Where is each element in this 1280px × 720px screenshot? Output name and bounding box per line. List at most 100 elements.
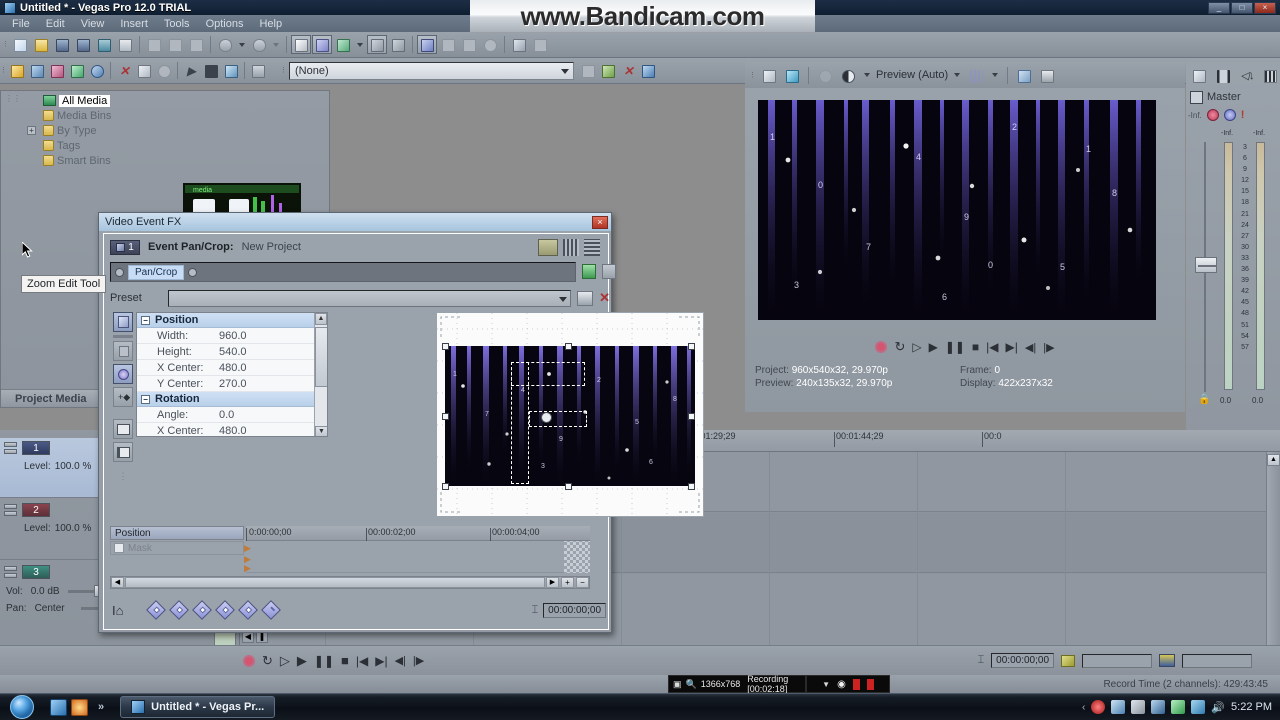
extract-audio-icon[interactable]: [67, 61, 87, 80]
camera-icon[interactable]: ◉: [837, 679, 846, 690]
sync-cursor-icon[interactable]: I⌂: [112, 603, 123, 618]
undo-dropdown-icon[interactable]: [239, 42, 245, 47]
fx-plugin-chain[interactable]: Pan/Crop: [110, 262, 576, 282]
zoom-tool-icon[interactable]: [333, 35, 353, 54]
preview-mode-dropdown-icon[interactable]: [954, 73, 961, 77]
tray-network-icon[interactable]: [1131, 700, 1146, 714]
fx-chain-icon[interactable]: [578, 61, 598, 80]
fx-horizontal-scrollbar[interactable]: ◀ ▶ + −: [110, 576, 590, 589]
chevron-down-icon[interactable]: ▼: [822, 680, 830, 689]
keyframe-linear-icon[interactable]: [146, 600, 167, 620]
menu-file[interactable]: File: [4, 17, 38, 31]
add-keyframe-tool-icon[interactable]: +◆: [113, 387, 133, 407]
stop-icon[interactable]: ■: [341, 653, 349, 668]
tray-update-icon[interactable]: [1171, 700, 1186, 714]
edit-tool-icon[interactable]: [291, 35, 311, 54]
menu-options[interactable]: Options: [198, 17, 252, 31]
master-fader-knob[interactable]: [1195, 257, 1217, 273]
fx-remove-icon[interactable]: ✕: [618, 61, 638, 80]
play-from-start-icon[interactable]: ▷: [912, 340, 921, 354]
fx-add-icon[interactable]: [598, 61, 618, 80]
fx-keyframe-ruler[interactable]: 0:00:00;00 00:00:02;00 00:00:04;00: [246, 526, 590, 542]
keyframe-slow-icon[interactable]: [192, 600, 213, 620]
taskbar-clock[interactable]: 5:22 PM: [1231, 701, 1272, 713]
selection-marker-icon[interactable]: [1061, 654, 1075, 667]
go-to-end-icon[interactable]: ▶|: [375, 654, 387, 668]
track-1-level-value[interactable]: 100.0 %: [55, 461, 92, 472]
mixer-meters-icon[interactable]: [1213, 66, 1233, 85]
master-solo-icon[interactable]: !: [1241, 109, 1245, 121]
views-icon[interactable]: [248, 61, 268, 80]
paint-icon[interactable]: [509, 35, 529, 54]
save-as-icon[interactable]: [73, 35, 93, 54]
normal-edit-icon[interactable]: [417, 35, 437, 54]
envelope-edit-icon[interactable]: [438, 35, 458, 54]
fx-zoom-out-icon[interactable]: −: [576, 577, 589, 588]
master-fx-icon[interactable]: [1206, 109, 1219, 121]
expand-icon[interactable]: +: [27, 126, 36, 135]
record-icon[interactable]: [243, 654, 255, 667]
property-value[interactable]: 0.0: [219, 409, 234, 421]
delete-preset-icon[interactable]: ✕: [599, 290, 610, 306]
property-angle[interactable]: Angle: 0.0: [137, 407, 327, 423]
zoom-edit-icon[interactable]: [480, 35, 500, 54]
tree-item-smart-bins[interactable]: Smart Bins: [25, 153, 325, 168]
menu-insert[interactable]: Insert: [112, 17, 156, 31]
enable-snapping-icon[interactable]: [367, 35, 387, 54]
property-value[interactable]: 270.0: [219, 378, 247, 390]
quick-launch-overflow[interactable]: »: [92, 701, 104, 713]
master-mute-icon[interactable]: [1223, 109, 1236, 121]
fx-automation-settings-icon[interactable]: [538, 238, 558, 256]
volume-icon[interactable]: 🔊: [1211, 701, 1225, 714]
render-icon[interactable]: [115, 35, 135, 54]
chevron-down-icon[interactable]: [561, 68, 569, 74]
scroll-up-icon[interactable]: ▲: [315, 313, 327, 325]
play-from-start-icon[interactable]: ▷: [280, 653, 290, 669]
fx-timecode[interactable]: 00:00:00;00: [543, 602, 606, 618]
fx-properties-grid[interactable]: − Position Width: 960.0 Height: 540.0 X …: [136, 312, 328, 437]
collapse-icon[interactable]: −: [141, 315, 150, 325]
tool-dropdown-icon[interactable]: [357, 42, 363, 47]
resize-handle-mr[interactable]: [688, 413, 695, 420]
fx-zoom-in-icon[interactable]: +: [561, 577, 574, 588]
close-button[interactable]: ×: [1254, 1, 1276, 14]
fx-preset-combo[interactable]: (None): [289, 61, 574, 80]
plugin-bypass-right-icon[interactable]: [188, 267, 198, 277]
resize-handle-bl[interactable]: [442, 483, 449, 490]
properties-icon[interactable]: [94, 35, 114, 54]
fx-scroll-left-icon[interactable]: ◀: [111, 577, 124, 588]
zoom-edit-tool-icon[interactable]: [113, 364, 133, 384]
menu-help[interactable]: Help: [251, 17, 290, 31]
chevron-down-icon[interactable]: [559, 296, 568, 302]
media-search-icon[interactable]: [87, 61, 107, 80]
property-width[interactable]: Width: 960.0: [137, 328, 327, 344]
dim-output-icon[interactable]: ◁↓: [1237, 66, 1257, 85]
properties-scrollbar[interactable]: ▲ ▼: [314, 313, 327, 436]
property-rotation-x-center[interactable]: X Center: 480.0: [137, 423, 327, 437]
keyframe-hold-icon[interactable]: [261, 600, 282, 620]
paste-icon[interactable]: [186, 35, 206, 54]
tree-item-media-bins[interactable]: Media Bins: [25, 108, 325, 123]
property-position-x-center[interactable]: X Center: 480.0: [137, 360, 327, 376]
stop-media-icon[interactable]: [201, 61, 221, 80]
pan-crop-stage[interactable]: 174 925 836: [436, 312, 704, 517]
preview-on-external-monitor-icon[interactable]: [782, 66, 802, 85]
selection-edit-icon[interactable]: [459, 35, 479, 54]
preview-quality-dropdown-icon[interactable]: [864, 73, 870, 77]
media-properties-icon[interactable]: [134, 61, 154, 80]
fx-grid-view-icon[interactable]: [584, 238, 600, 256]
toolbar-grip[interactable]: ⋮: [2, 34, 9, 56]
plugin-bypass-left-icon[interactable]: [115, 267, 124, 277]
stop-icon[interactable]: ■: [972, 340, 979, 354]
tray-display-icon[interactable]: [1151, 700, 1166, 714]
resize-handle-tl[interactable]: [442, 343, 449, 350]
quick-launch-show-desktop-icon[interactable]: [50, 698, 67, 716]
track-3-mini-buttons[interactable]: [4, 566, 18, 578]
fx-tool-overflow-icon[interactable]: ⋮: [118, 472, 128, 490]
menu-tools[interactable]: Tools: [156, 17, 198, 31]
property-value[interactable]: 540.0: [219, 346, 247, 358]
maximize-button[interactable]: □: [1231, 1, 1253, 14]
keyframe-fast-icon[interactable]: [169, 600, 190, 620]
step-forward-icon[interactable]: |▶: [413, 654, 424, 667]
fx-scroll-right-icon[interactable]: ▶: [546, 577, 559, 588]
